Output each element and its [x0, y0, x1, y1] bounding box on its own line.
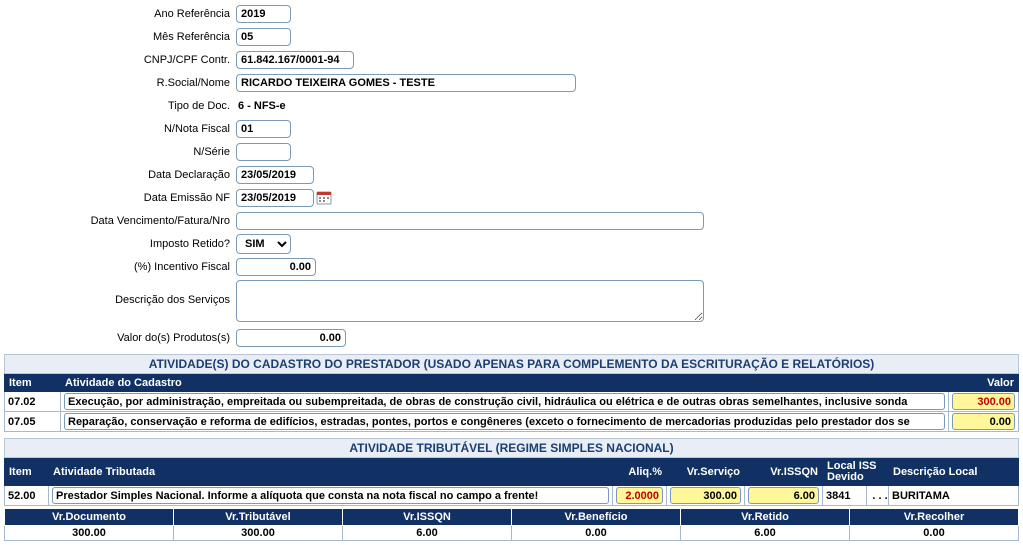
section1-hdr-valor: Valor — [949, 375, 1019, 392]
section2-row0-item: 52.00 — [5, 486, 49, 506]
totals-val-issqn: 6.00 — [343, 526, 512, 541]
section1-table: Item Atividade do Cadastro Valor 07.02 0… — [4, 374, 1019, 432]
input-rsocial[interactable] — [236, 74, 576, 92]
section2-hdr-vrissqn: Vr.ISSQN — [745, 459, 823, 486]
label-imposto-retido: Imposto Retido? — [4, 238, 236, 250]
section2-row0-aliq[interactable] — [616, 487, 663, 504]
section2-hdr-vrserv: Vr.Serviço — [667, 459, 745, 486]
label-valor-prod: Valor do(s) Produtos(s) — [4, 332, 236, 344]
input-n-nota[interactable] — [236, 120, 291, 138]
totals-table: Vr.Documento Vr.Tributável Vr.ISSQN Vr.B… — [4, 508, 1019, 541]
table-row: 07.02 — [5, 392, 1019, 412]
input-data-decl[interactable] — [236, 166, 314, 184]
label-cnpj: CNPJ/CPF Contr. — [4, 54, 236, 66]
section1-title: ATIVIDADE(S) DO CADASTRO DO PRESTADOR (U… — [4, 354, 1019, 374]
table-row: 52.00 3841 . . . BURITAMA — [5, 486, 1019, 506]
section2-hdr-localiss: Local ISS Devido — [823, 459, 889, 486]
input-n-serie[interactable] — [236, 143, 291, 161]
input-ano-ref[interactable] — [236, 5, 291, 23]
input-mes-ref[interactable] — [236, 28, 291, 46]
input-valor-prod[interactable] — [236, 329, 346, 347]
select-imposto-retido[interactable]: SIM — [236, 234, 291, 254]
totals-val-trib: 300.00 — [174, 526, 343, 541]
section2-title: ATIVIDADE TRIBUTÁVEL (REGIME SIMPLES NAC… — [4, 438, 1019, 458]
input-cnpj[interactable] — [236, 51, 354, 69]
totals-val-recolher: 0.00 — [850, 526, 1019, 541]
section2-table: Item Atividade Tributada Aliq.% Vr.Servi… — [4, 458, 1019, 506]
section2-row0-localdesc: BURITAMA — [889, 486, 1019, 506]
table-row: 07.05 — [5, 412, 1019, 432]
input-incentivo[interactable] — [236, 258, 316, 276]
totals-hdr-retido: Vr.Retido — [681, 509, 850, 526]
section1-row1-item: 07.05 — [5, 412, 61, 432]
lookup-local-button[interactable]: . . . — [870, 490, 889, 502]
input-data-venc[interactable] — [236, 212, 704, 230]
label-data-decl: Data Declaração — [4, 169, 236, 181]
section1-row0-atividade[interactable] — [64, 393, 945, 410]
section1-row1-valor[interactable] — [952, 413, 1015, 430]
label-rsocial: R.Social/Nome — [4, 77, 236, 89]
input-data-emiss[interactable] — [236, 189, 314, 207]
label-n-serie: N/Série — [4, 146, 236, 158]
label-n-nota: N/Nota Fiscal — [4, 123, 236, 135]
totals-hdr-doc: Vr.Documento — [5, 509, 174, 526]
section1-row0-valor[interactable] — [952, 393, 1015, 410]
section2-row0-localcode: 3841 — [823, 486, 867, 506]
value-tipo-doc: 6 - NFS-e — [236, 100, 286, 112]
totals-val-doc: 300.00 — [5, 526, 174, 541]
section1-row1-atividade[interactable] — [64, 413, 945, 430]
section2-row0-atividade[interactable] — [52, 487, 609, 504]
textarea-desc-serv[interactable] — [236, 280, 704, 322]
totals-hdr-recolher: Vr.Recolher — [850, 509, 1019, 526]
section2-row0-vrserv[interactable] — [670, 487, 741, 504]
totals-val-benef: 0.00 — [512, 526, 681, 541]
section1-hdr-item: Item — [5, 375, 61, 392]
section2-hdr-item: Item — [5, 459, 49, 486]
label-mes-ref: Mês Referência — [4, 31, 236, 43]
label-data-venc: Data Vencimento/Fatura/Nro — [4, 215, 236, 227]
section1-hdr-atividade: Atividade do Cadastro — [61, 375, 949, 392]
section1-row0-item: 07.02 — [5, 392, 61, 412]
label-data-emiss: Data Emissão NF — [4, 192, 236, 204]
form-area: Ano Referência Mês Referência CNPJ/CPF C… — [4, 4, 1019, 348]
section2-hdr-aliq: Aliq.% — [613, 459, 667, 486]
totals-val-retido: 6.00 — [681, 526, 850, 541]
label-ano-ref: Ano Referência — [4, 8, 236, 20]
section2-hdr-desclocal: Descrição Local — [889, 459, 1019, 486]
totals-hdr-issqn: Vr.ISSQN — [343, 509, 512, 526]
calendar-icon[interactable] — [316, 190, 332, 206]
totals-hdr-trib: Vr.Tributável — [174, 509, 343, 526]
section2-row0-vrissqn[interactable] — [748, 487, 819, 504]
label-desc-serv: Descrição dos Serviços — [4, 280, 236, 306]
label-tipo-doc: Tipo de Doc. — [4, 100, 236, 112]
section2-hdr-atividade: Atividade Tributada — [49, 459, 613, 486]
totals-hdr-benef: Vr.Benefício — [512, 509, 681, 526]
label-incentivo: (%) Incentivo Fiscal — [4, 261, 236, 273]
